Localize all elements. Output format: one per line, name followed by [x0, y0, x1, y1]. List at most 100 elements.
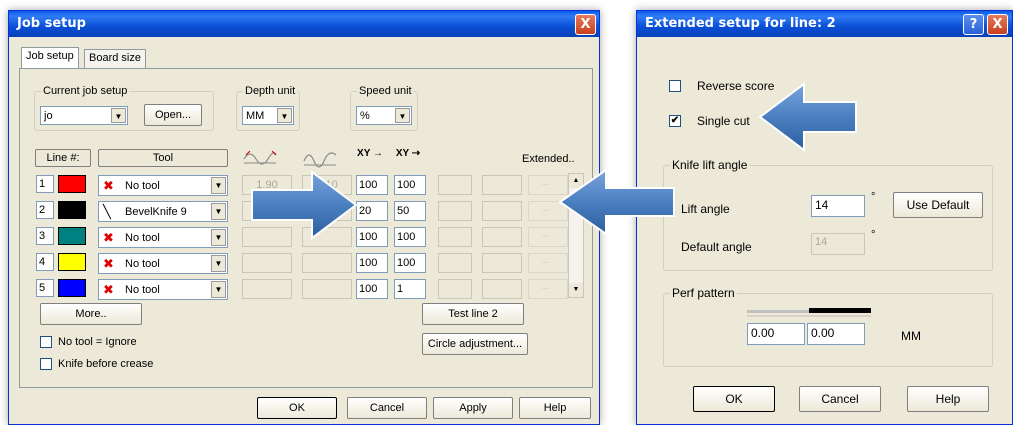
depth-unit-select[interactable]: MM ▼: [242, 106, 294, 125]
bevel-knife-icon: ╲: [103, 204, 111, 219]
apply-button[interactable]: Apply: [433, 397, 513, 419]
red-x-icon: ✖: [103, 230, 114, 245]
speed-cell: [302, 253, 352, 273]
tool-name: No tool: [125, 232, 160, 244]
arrow-to-single-cut-icon: [758, 82, 857, 152]
xy-offset-cell[interactable]: 100: [356, 227, 388, 247]
xy-offset-cell[interactable]: 100: [356, 279, 388, 299]
circle-adjustment-button[interactable]: Circle adjustment...: [422, 333, 528, 355]
chevron-down-icon[interactable]: ▼: [211, 255, 226, 272]
extended-setup-window: Extended setup for line: 2 ? X Reverse s…: [636, 10, 1013, 425]
ok-button[interactable]: OK: [257, 397, 337, 419]
line-number-header: Line #:: [35, 149, 91, 167]
tool-select[interactable]: ✖ No tool ▼: [98, 175, 228, 196]
speed-cell: [302, 279, 352, 299]
use-default-button[interactable]: Use Default: [893, 192, 983, 218]
cancel-button[interactable]: Cancel: [799, 386, 881, 412]
close-icon[interactable]: X: [575, 14, 596, 35]
more-button[interactable]: More..: [40, 303, 142, 325]
default-angle-label: Default angle: [681, 240, 752, 254]
xy-offset-icon: XY →: [357, 148, 383, 159]
chevron-down-icon[interactable]: ▼: [211, 281, 226, 298]
help-button[interactable]: Help: [519, 397, 591, 419]
cancel-button[interactable]: Cancel: [347, 397, 427, 419]
single-cut-checkbox[interactable]: ✔: [669, 115, 681, 127]
blank-cell: [482, 253, 522, 273]
knife-before-crease-checkbox[interactable]: [40, 358, 52, 370]
tool-select[interactable]: ✖ No tool ▼: [98, 279, 228, 300]
knife-before-crease-label: Knife before crease: [58, 358, 154, 370]
chevron-down-icon[interactable]: ▼: [211, 229, 226, 246]
depth-cell: [242, 279, 292, 299]
extended-button[interactable]: [528, 253, 568, 273]
blank-cell: [438, 279, 472, 299]
tab-board-size[interactable]: Board size: [84, 49, 146, 69]
lift-angle-label: Lift angle: [681, 202, 730, 216]
blank-cell: [438, 227, 472, 247]
xy-repeat-cell[interactable]: 1: [394, 279, 426, 299]
test-line-button[interactable]: Test line 2: [422, 303, 524, 325]
job-setup-title-bar[interactable]: Job setup X: [9, 11, 599, 37]
line-number: 1: [36, 175, 54, 193]
knife-lift-angle-group: Knife lift angle: [663, 158, 993, 271]
chevron-down-icon[interactable]: ▼: [111, 108, 126, 123]
xy-offset-cell[interactable]: 20: [356, 201, 388, 221]
lift-angle-input[interactable]: 14: [811, 195, 865, 217]
xy-repeat-cell[interactable]: 50: [394, 201, 426, 221]
default-angle-degree: °: [871, 229, 876, 241]
blank-cell: [438, 201, 472, 221]
blank-cell: [482, 279, 522, 299]
red-x-icon: ✖: [103, 178, 114, 193]
speed-unit-select[interactable]: % ▼: [356, 106, 412, 125]
extended-setup-title: Extended setup for line: 2: [645, 16, 836, 31]
current-job-setup-legend: Current job setup: [41, 85, 130, 97]
depth-wave-icon: [243, 150, 277, 165]
job-setup-value: jo: [44, 110, 53, 122]
chevron-down-icon[interactable]: ▼: [277, 108, 292, 123]
perf-unit-label: MM: [901, 329, 921, 343]
chevron-down-icon[interactable]: ▼: [211, 177, 226, 194]
blank-cell: [482, 227, 522, 247]
line-color-swatch[interactable]: [58, 175, 86, 193]
job-setup-title: Job setup: [17, 16, 86, 31]
xy-offset-cell[interactable]: 100: [356, 253, 388, 273]
tool-header: Tool: [98, 149, 228, 167]
line-color-swatch[interactable]: [58, 201, 86, 219]
help-icon[interactable]: ?: [963, 14, 984, 35]
no-tool-ignore-checkbox[interactable]: [40, 336, 52, 348]
extended-setup-title-bar[interactable]: Extended setup for line: 2 ? X: [637, 11, 1012, 37]
arrow-to-line2-icon: [251, 170, 358, 240]
chevron-down-icon[interactable]: ▼: [569, 283, 583, 297]
tool-name: No tool: [125, 180, 160, 192]
xy-repeat-cell[interactable]: 100: [394, 227, 426, 247]
tool-select[interactable]: ✖ No tool ▼: [98, 253, 228, 274]
ok-button[interactable]: OK: [693, 386, 775, 412]
no-tool-ignore-label: No tool = Ignore: [58, 336, 137, 348]
perf-gap-length-input[interactable]: 0.00: [807, 323, 865, 345]
open-button[interactable]: Open...: [144, 104, 202, 126]
red-x-icon: ✖: [103, 282, 114, 297]
blank-cell: [482, 175, 522, 195]
line-number: 5: [36, 279, 54, 297]
chevron-down-icon[interactable]: ▼: [395, 108, 410, 123]
job-setup-select[interactable]: jo ▼: [40, 106, 128, 125]
extended-header: Extended..: [522, 153, 575, 165]
line-color-swatch[interactable]: [58, 227, 86, 245]
xy-repeat-icon: XY ⇢: [395, 148, 421, 159]
xy-repeat-cell[interactable]: 100: [394, 253, 426, 273]
depth-unit-legend: Depth unit: [243, 85, 298, 97]
line-color-swatch[interactable]: [58, 253, 86, 271]
tool-select[interactable]: ✖ No tool ▼: [98, 227, 228, 248]
extended-button[interactable]: [528, 279, 568, 299]
perf-cut-length-input[interactable]: 0.00: [747, 323, 805, 345]
chevron-down-icon[interactable]: ▼: [211, 203, 226, 220]
reverse-score-checkbox[interactable]: [669, 80, 681, 92]
tab-job-setup[interactable]: Job setup: [21, 47, 79, 69]
tool-select[interactable]: ╲ BevelKnife 9 ▼: [98, 201, 228, 222]
xy-offset-cell[interactable]: 100: [356, 175, 388, 195]
line-number: 2: [36, 201, 54, 219]
close-icon[interactable]: X: [987, 14, 1008, 35]
help-button[interactable]: Help: [907, 386, 989, 412]
line-color-swatch[interactable]: [58, 279, 86, 297]
xy-repeat-cell[interactable]: 100: [394, 175, 426, 195]
